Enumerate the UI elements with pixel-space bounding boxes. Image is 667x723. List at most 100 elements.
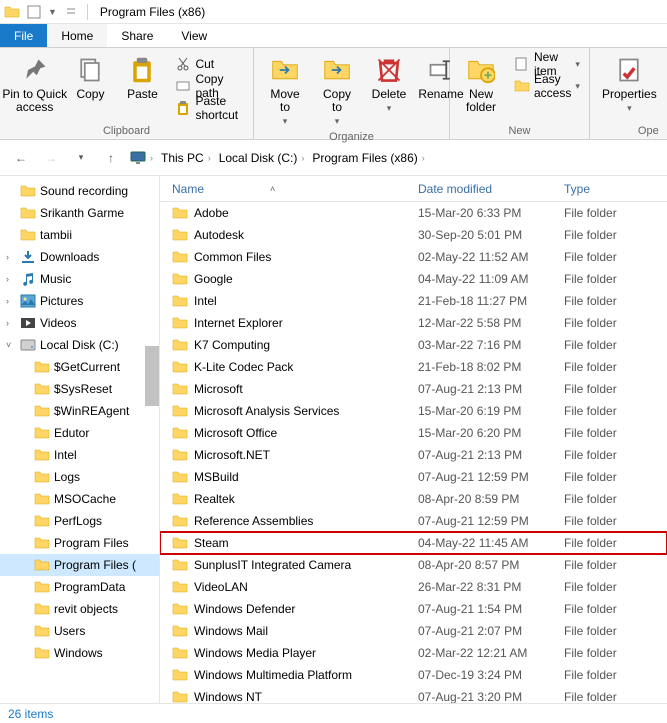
file-row[interactable]: K7 Computing03-Mar-22 7:16 PMFile folder xyxy=(160,334,667,356)
col-type[interactable]: Type xyxy=(564,182,654,196)
tab-share[interactable]: Share xyxy=(107,24,167,47)
file-row[interactable]: Microsoft07-Aug-21 2:13 PMFile folder xyxy=(160,378,667,400)
file-row[interactable]: Windows NT07-Aug-21 3:20 PMFile folder xyxy=(160,686,667,703)
file-name: VideoLAN xyxy=(194,580,248,594)
tree-item[interactable]: PerfLogs xyxy=(0,510,159,532)
tree-item[interactable]: ›Videos xyxy=(0,312,159,334)
file-row[interactable]: Common Files02-May-22 11:52 AMFile folde… xyxy=(160,246,667,268)
tree-item[interactable]: revit objects xyxy=(0,598,159,620)
qat-overflow-icon[interactable] xyxy=(63,4,79,20)
separator xyxy=(87,4,88,20)
tree-label: Downloads xyxy=(40,250,99,264)
qat-dropdown-icon[interactable]: ▼ xyxy=(48,7,57,17)
history-dropdown[interactable]: ▾ xyxy=(70,147,92,169)
tree-item[interactable]: $SysReset xyxy=(0,378,159,400)
file-row[interactable]: Intel21-Feb-18 11:27 PMFile folder xyxy=(160,290,667,312)
file-row[interactable]: MSBuild07-Aug-21 12:59 PMFile folder xyxy=(160,466,667,488)
tree-item[interactable]: Edutor xyxy=(0,422,159,444)
file-type: File folder xyxy=(564,492,654,506)
tree-label: Videos xyxy=(40,316,76,330)
crumb-this-pc[interactable]: This PC› xyxy=(157,151,215,165)
file-row[interactable]: Adobe15-Mar-20 6:33 PMFile folder xyxy=(160,202,667,224)
file-date: 07-Aug-21 2:07 PM xyxy=(418,624,564,638)
back-button[interactable]: ← xyxy=(10,147,32,169)
navigation-tree[interactable]: Sound recordingSrikanth Garmetambii›Down… xyxy=(0,176,160,703)
tree-item[interactable]: Srikanth Garme xyxy=(0,202,159,224)
file-row[interactable]: Windows Media Player02-Mar-22 12:21 AMFi… xyxy=(160,642,667,664)
tree-item[interactable]: Logs xyxy=(0,466,159,488)
tree-item[interactable]: Program Files xyxy=(0,532,159,554)
file-row[interactable]: Realtek08-Apr-20 8:59 PMFile folder xyxy=(160,488,667,510)
tree-item[interactable]: $WinREAgent xyxy=(0,400,159,422)
tree-item[interactable]: Sound recording xyxy=(0,180,159,202)
file-row[interactable]: Google04-May-22 11:09 AMFile folder xyxy=(160,268,667,290)
file-row[interactable]: Windows Multimedia Platform07-Dec-19 3:2… xyxy=(160,664,667,686)
copy-to-button[interactable]: Copy to▾ xyxy=(314,52,360,129)
cut-button[interactable]: Cut xyxy=(171,54,245,74)
move-to-button[interactable]: Move to▾ xyxy=(262,52,308,129)
file-row[interactable]: Microsoft.NET07-Aug-21 2:13 PMFile folde… xyxy=(160,444,667,466)
new-item-button[interactable]: New item ▾ xyxy=(510,54,584,74)
delete-button[interactable]: Delete▾ xyxy=(366,52,412,116)
folder-icon xyxy=(34,623,50,639)
cut-icon xyxy=(175,56,191,72)
tab-home[interactable]: Home xyxy=(47,24,107,47)
file-row[interactable]: VideoLAN26-Mar-22 8:31 PMFile folder xyxy=(160,576,667,598)
file-row[interactable]: K-Lite Codec Pack21-Feb-18 8:02 PMFile f… xyxy=(160,356,667,378)
folder-icon xyxy=(34,381,50,397)
tree-item[interactable]: Program Files ( xyxy=(0,554,159,576)
file-row[interactable]: Microsoft Office15-Mar-20 6:20 PMFile fo… xyxy=(160,422,667,444)
paste-button[interactable]: Paste xyxy=(119,52,165,103)
file-name: MSBuild xyxy=(194,470,239,484)
copy-to-icon xyxy=(321,54,353,86)
crumb-disk[interactable]: Local Disk (C:)› xyxy=(215,151,309,165)
paste-shortcut-button[interactable]: Paste shortcut xyxy=(171,98,245,118)
col-name[interactable]: Name˄ xyxy=(172,182,418,196)
tree-item[interactable]: ProgramData xyxy=(0,576,159,598)
tree-item[interactable]: Intel xyxy=(0,444,159,466)
forward-button[interactable]: → xyxy=(40,147,62,169)
tree-item[interactable]: ›Pictures xyxy=(0,290,159,312)
tree-item[interactable]: ›Downloads xyxy=(0,246,159,268)
file-row[interactable]: SunplusIT Integrated Camera08-Apr-20 8:5… xyxy=(160,554,667,576)
folder-icon xyxy=(172,271,188,287)
tree-item[interactable]: MSOCache xyxy=(0,488,159,510)
file-row[interactable]: Reference Assemblies07-Aug-21 12:59 PMFi… xyxy=(160,510,667,532)
pin-to-quick-access-button[interactable]: Pin to Quick access xyxy=(8,52,61,116)
file-type: File folder xyxy=(564,426,654,440)
qat-props-icon[interactable] xyxy=(26,4,42,20)
tab-view[interactable]: View xyxy=(167,24,221,47)
tree-item[interactable]: Windows xyxy=(0,642,159,664)
tree-item[interactable]: ˅Local Disk (C:) xyxy=(0,334,159,356)
easy-access-button[interactable]: Easy access ▾ xyxy=(510,76,584,96)
navigation-bar: ← → ▾ ↑ › This PC› Local Disk (C:)› Prog… xyxy=(0,140,667,176)
file-type: File folder xyxy=(564,338,654,352)
tree-item[interactable]: $GetCurrent xyxy=(0,356,159,378)
file-row[interactable]: Steam04-May-22 11:45 AMFile folder xyxy=(160,532,667,554)
address-bar[interactable]: › This PC› Local Disk (C:)› Program File… xyxy=(130,146,657,170)
file-row[interactable]: Autodesk30-Sep-20 5:01 PMFile folder xyxy=(160,224,667,246)
tree-item[interactable]: tambii xyxy=(0,224,159,246)
col-date[interactable]: Date modified xyxy=(418,182,564,196)
properties-button[interactable]: Properties▾ xyxy=(598,52,661,116)
file-date: 07-Aug-21 12:59 PM xyxy=(418,514,564,528)
downloads-icon xyxy=(20,249,36,265)
copy-button[interactable]: Copy xyxy=(67,52,113,103)
new-folder-button[interactable]: New folder xyxy=(458,52,504,116)
tree-label: Pictures xyxy=(40,294,83,308)
tree-item[interactable]: ›Music xyxy=(0,268,159,290)
crumb-folder[interactable]: Program Files (x86)› xyxy=(308,151,428,165)
scrollbar-thumb[interactable] xyxy=(145,346,159,406)
file-row[interactable]: Windows Defender07-Aug-21 1:54 PMFile fo… xyxy=(160,598,667,620)
tree-item[interactable]: Users xyxy=(0,620,159,642)
group-open-label: Ope xyxy=(598,123,661,137)
up-button[interactable]: ↑ xyxy=(100,147,122,169)
file-row[interactable]: Microsoft Analysis Services15-Mar-20 6:1… xyxy=(160,400,667,422)
file-row[interactable]: Windows Mail07-Aug-21 2:07 PMFile folder xyxy=(160,620,667,642)
tree-label: Program Files ( xyxy=(54,558,136,572)
file-row[interactable]: Internet Explorer12-Mar-22 5:58 PMFile f… xyxy=(160,312,667,334)
tab-file[interactable]: File xyxy=(0,24,47,47)
column-headers[interactable]: Name˄ Date modified Type xyxy=(160,176,667,202)
copy-path-button[interactable]: Copy path xyxy=(171,76,245,96)
monitor-icon xyxy=(130,150,146,166)
